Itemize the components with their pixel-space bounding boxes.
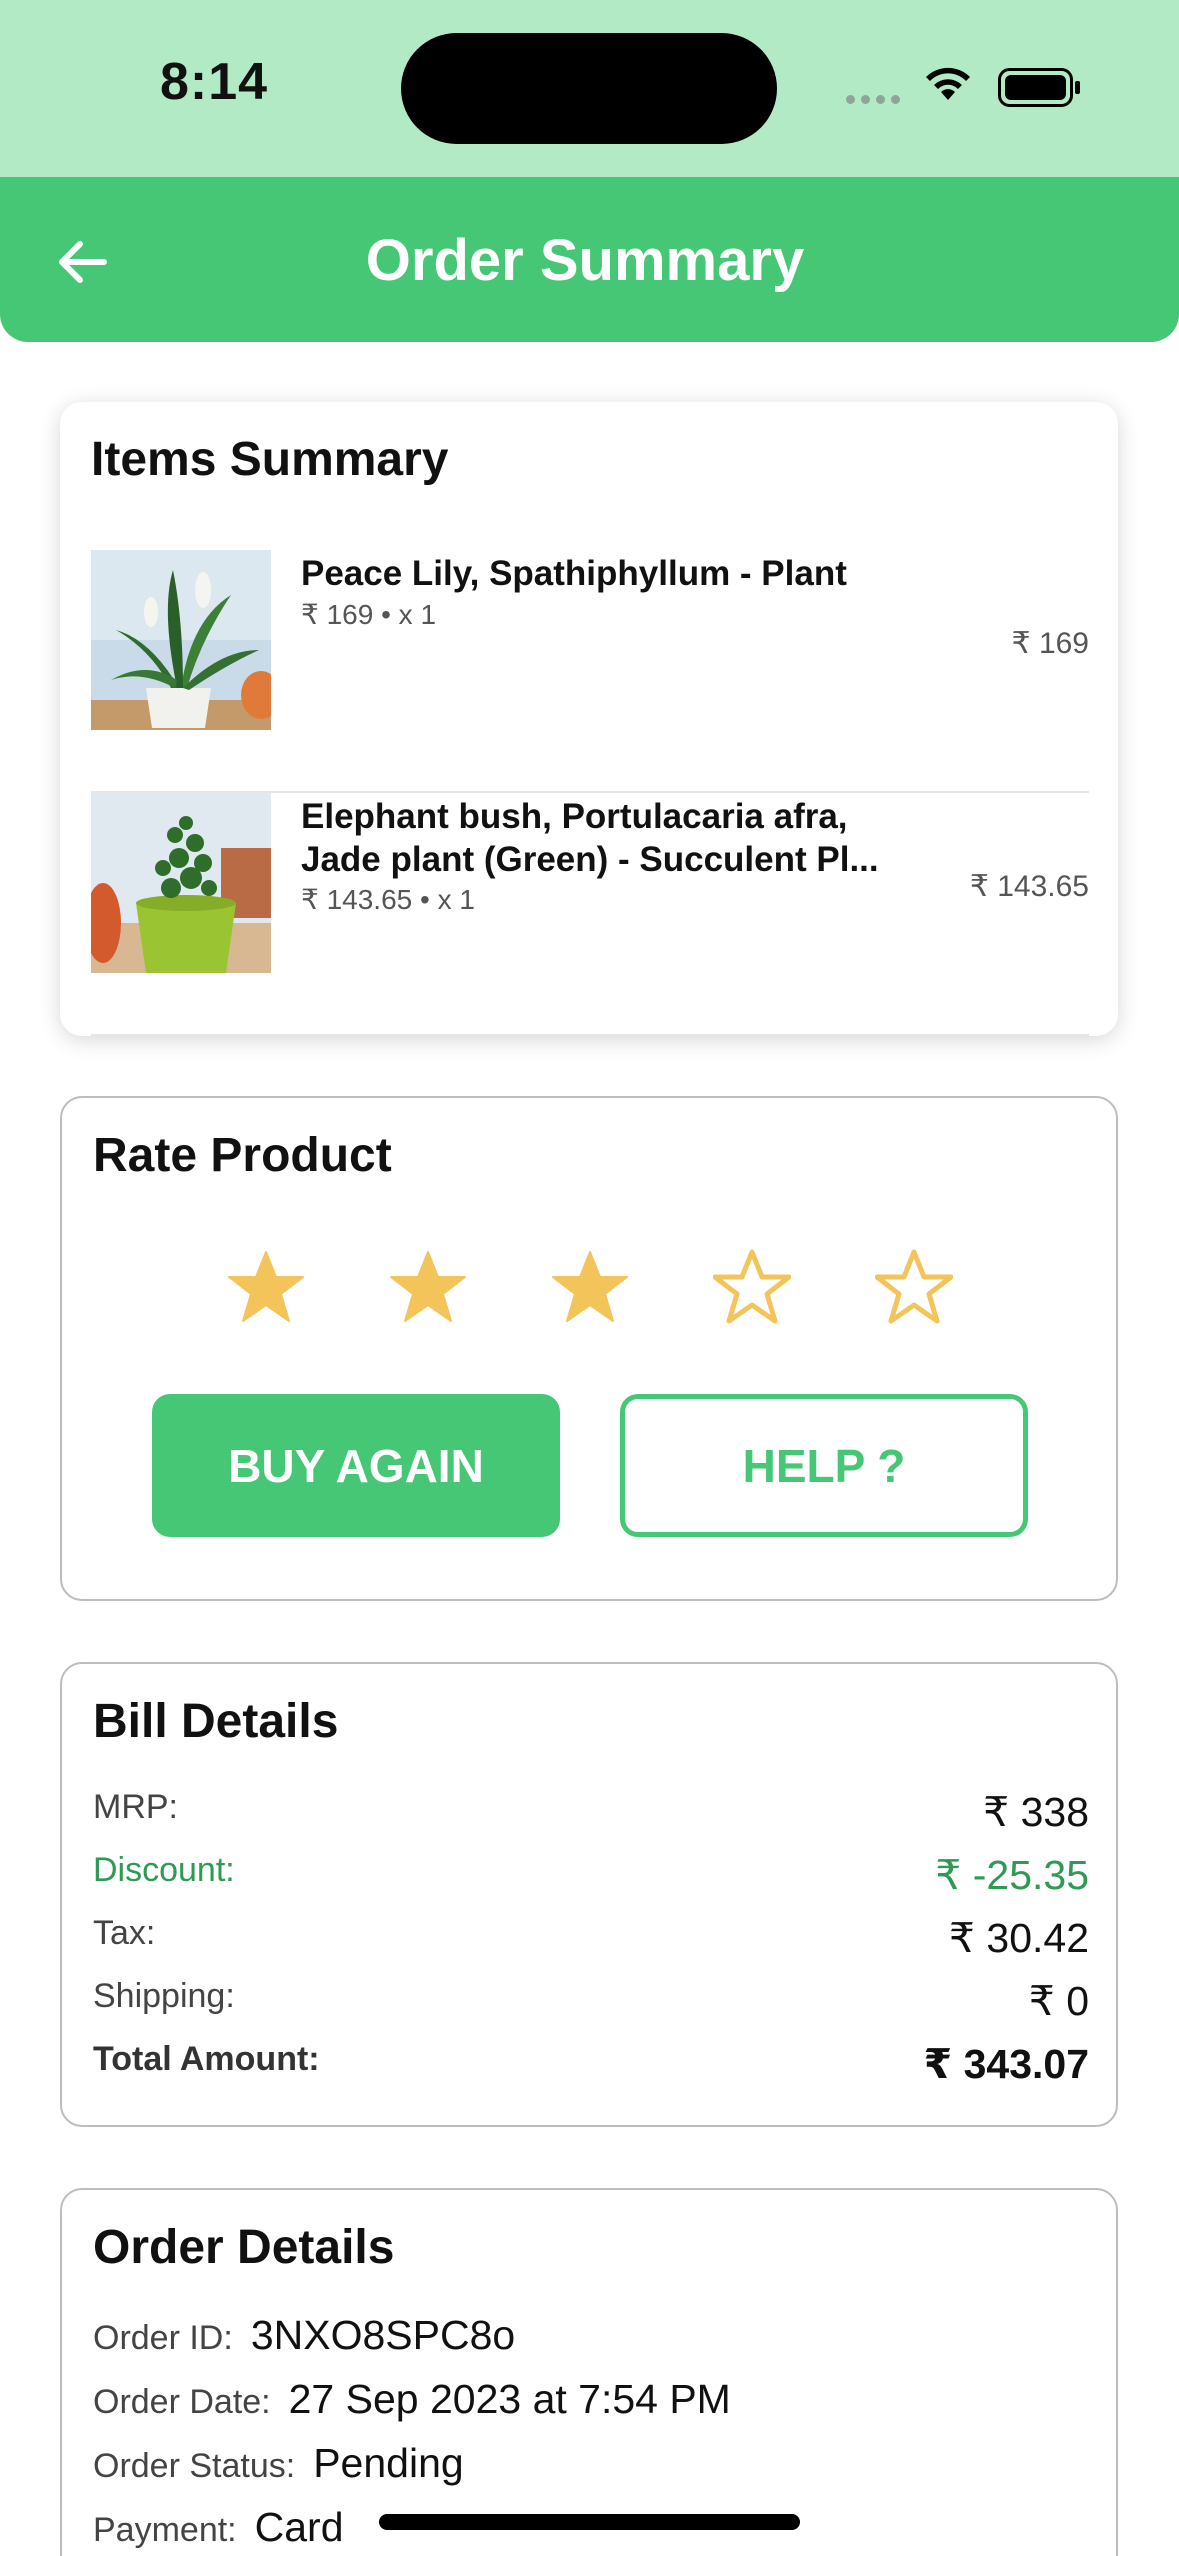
dynamic-island bbox=[401, 33, 777, 144]
order-label: Order Status: bbox=[93, 2447, 296, 2485]
cellular-signal-icon bbox=[846, 95, 900, 104]
buy-again-button[interactable]: BUY AGAIN bbox=[152, 1394, 560, 1537]
order-details-card: Order Details Order ID: 3NXO8SPC8o Order … bbox=[60, 2188, 1118, 2556]
bill-row-shipping: Shipping: ₹ 0 bbox=[93, 1977, 1089, 2027]
order-details-title: Order Details bbox=[93, 2221, 395, 2274]
items-summary-card: Items Summary Peace Lily, Spathiphyllum … bbox=[60, 402, 1118, 1036]
bill-row-discount: Discount: ₹ -25.35 bbox=[93, 1851, 1089, 1901]
product-image bbox=[91, 550, 271, 730]
bill-label: MRP: bbox=[93, 1788, 178, 1826]
item-meta: ₹ 169 • x 1 bbox=[301, 599, 437, 630]
star-filled-icon[interactable] bbox=[551, 1248, 629, 1326]
bill-row-mrp: MRP: ₹ 338 bbox=[93, 1788, 1089, 1838]
order-row-date: Order Date: 27 Sep 2023 at 7:54 PM bbox=[93, 2376, 731, 2426]
order-row-payment: Payment: Card bbox=[93, 2504, 344, 2554]
rate-product-title: Rate Product bbox=[93, 1129, 392, 1182]
star-filled-icon[interactable] bbox=[227, 1248, 305, 1326]
home-indicator[interactable] bbox=[379, 2514, 800, 2530]
item-meta: ₹ 143.65 • x 1 bbox=[301, 884, 475, 915]
bill-label: Total Amount: bbox=[93, 2040, 320, 2078]
rate-product-card: Rate Product BUY AGAIN HELP ? bbox=[60, 1096, 1118, 1601]
order-row-status: Order Status: Pending bbox=[93, 2440, 464, 2490]
bill-label: Tax: bbox=[93, 1914, 156, 1952]
bill-details-card: Bill Details MRP: ₹ 338 Discount: ₹ -25.… bbox=[60, 1662, 1118, 2127]
page-title: Order Summary bbox=[365, 228, 805, 293]
bill-row-total: Total Amount: ₹ 343.07 bbox=[93, 2040, 1089, 2090]
star-outline-icon[interactable] bbox=[875, 1248, 953, 1326]
list-item[interactable]: Peace Lily, Spathiphyllum - Plant ₹ 169 … bbox=[91, 550, 1089, 793]
bill-value: ₹ 0 bbox=[1028, 1978, 1089, 2024]
order-label: Order ID: bbox=[93, 2319, 233, 2357]
item-price: ₹ 169 bbox=[1011, 627, 1089, 660]
bill-row-tax: Tax: ₹ 30.42 bbox=[93, 1914, 1089, 1964]
bill-label: Shipping: bbox=[93, 1977, 235, 2015]
item-name: Elephant bush, Portulacaria afra, Jade p… bbox=[301, 797, 879, 879]
order-label: Payment: bbox=[93, 2511, 237, 2549]
item-name: Peace Lily, Spathiphyllum - Plant bbox=[301, 554, 847, 593]
order-label: Order Date: bbox=[93, 2383, 271, 2421]
star-rating[interactable] bbox=[227, 1248, 953, 1326]
star-filled-icon[interactable] bbox=[389, 1248, 467, 1326]
product-image bbox=[91, 793, 271, 973]
item-price: ₹ 143.65 bbox=[969, 870, 1089, 903]
bill-value: ₹ 30.42 bbox=[948, 1915, 1089, 1961]
help-button[interactable]: HELP ? bbox=[620, 1394, 1028, 1537]
order-value: 3NXO8SPC8o bbox=[250, 2312, 516, 2358]
battery-icon bbox=[998, 68, 1080, 107]
order-value: 27 Sep 2023 at 7:54 PM bbox=[288, 2376, 731, 2422]
list-item[interactable]: Elephant bush, Portulacaria afra, Jade p… bbox=[91, 793, 1089, 1036]
star-outline-icon[interactable] bbox=[713, 1248, 791, 1326]
order-value: Card bbox=[254, 2504, 344, 2550]
wifi-icon bbox=[926, 67, 970, 100]
bill-value: ₹ 338 bbox=[983, 1789, 1089, 1835]
bill-value: ₹ -25.35 bbox=[935, 1852, 1089, 1898]
status-time: 8:14 bbox=[160, 53, 269, 111]
bill-label: Discount: bbox=[93, 1851, 235, 1889]
bill-value: ₹ 343.07 bbox=[923, 2041, 1089, 2087]
items-summary-title: Items Summary bbox=[91, 433, 449, 486]
order-value: Pending bbox=[313, 2440, 464, 2486]
bill-details-title: Bill Details bbox=[93, 1695, 339, 1748]
order-row-id: Order ID: 3NXO8SPC8o bbox=[93, 2312, 515, 2362]
app-header: Order Summary bbox=[0, 177, 1179, 342]
status-bar: 8:14 bbox=[0, 0, 1179, 177]
